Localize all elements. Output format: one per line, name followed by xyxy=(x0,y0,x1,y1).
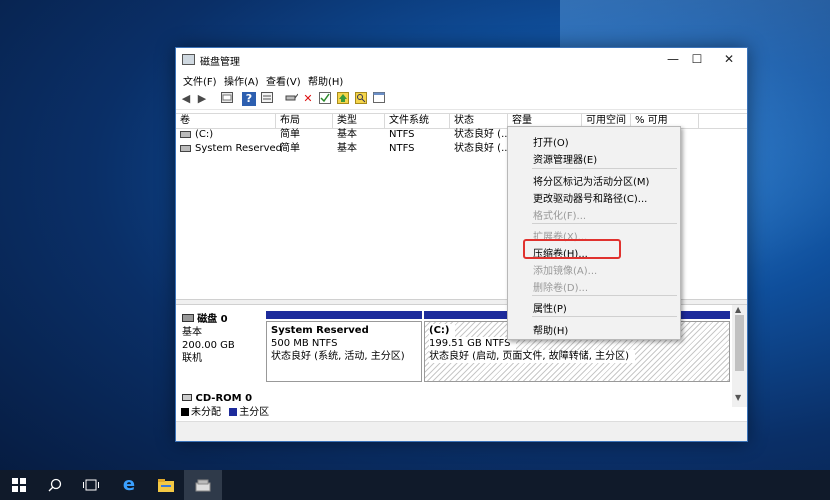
scroll-thumb[interactable] xyxy=(735,315,744,371)
context-delete-volume: 删除卷(D)... xyxy=(533,283,589,294)
search-icon[interactable] xyxy=(36,470,74,500)
layout-cell: 简单 xyxy=(280,129,300,140)
context-open[interactable]: 打开(O) xyxy=(533,134,569,149)
cdrom-icon xyxy=(182,394,192,401)
context-add-mirror: 添加镜像(A)... xyxy=(533,266,598,277)
column-filesystem[interactable]: 文件系统 xyxy=(385,114,450,128)
vertical-scrollbar[interactable]: ▲ ▼ xyxy=(732,305,747,407)
disk-icon xyxy=(182,314,194,322)
status-bar xyxy=(176,421,747,441)
legend-primary-swatch xyxy=(229,408,238,416)
menu-separator xyxy=(532,295,677,296)
disk-0-label: 磁盘 0 基本 200.00 GB 联机 xyxy=(182,313,235,365)
legend-primary-label: 主分区 xyxy=(239,407,270,418)
type-cell: 基本 xyxy=(337,143,357,154)
taskbar: e xyxy=(0,470,830,500)
disk-management-icon[interactable] xyxy=(184,470,222,500)
disk-size: 200.00 GB xyxy=(182,340,235,351)
context-menu: 打开(O) 资源管理器(E) 将分区标记为活动分区(M) 更改驱动器号和路径(C… xyxy=(507,126,681,340)
filesystem-cell: NTFS xyxy=(389,129,415,140)
partition-size: 500 MB NTFS xyxy=(271,338,338,349)
toolbar: ◀ ▶ ? ✕ xyxy=(176,90,747,110)
legend: 未分配 主分区 xyxy=(176,406,747,420)
scroll-down-arrow-icon[interactable]: ▼ xyxy=(735,393,741,402)
menu-file[interactable]: 文件(F) xyxy=(183,73,217,88)
partition-header-bar xyxy=(266,311,422,319)
help-icon[interactable]: ? xyxy=(242,92,256,106)
up-icon[interactable] xyxy=(336,92,350,106)
cdrom-label: CD-ROM 0 xyxy=(182,393,252,404)
shrink-volume-highlight-box xyxy=(523,239,621,259)
connect-icon[interactable] xyxy=(284,92,298,106)
status-cell: 状态良好 (... xyxy=(454,129,511,140)
column-type[interactable]: 类型 xyxy=(333,114,385,128)
partition-size: 199.51 GB NTFS xyxy=(429,337,517,350)
column-layout[interactable]: 布局 xyxy=(276,114,333,128)
disk-state: 联机 xyxy=(182,353,202,364)
forward-icon[interactable]: ▶ xyxy=(195,92,209,106)
delete-icon[interactable]: ✕ xyxy=(301,92,315,106)
context-properties[interactable]: 属性(P) xyxy=(533,300,567,315)
menu-separator xyxy=(532,316,677,317)
cdrom-name: CD-ROM 0 xyxy=(195,393,253,404)
partition-system-reserved[interactable]: System Reserved 500 MB NTFS 状态良好 (系统, 活动… xyxy=(266,321,422,382)
column-status[interactable]: 状态 xyxy=(450,114,508,128)
legend-unallocated-label: 未分配 xyxy=(191,407,221,418)
type-cell: 基本 xyxy=(337,129,357,140)
menu-separator xyxy=(532,168,677,169)
back-icon[interactable]: ◀ xyxy=(179,92,193,106)
context-change-drive-letter[interactable]: 更改驱动器号和路径(C)... xyxy=(533,190,647,205)
partition-name: System Reserved xyxy=(271,325,369,336)
disk-name: 磁盘 0 xyxy=(197,314,228,325)
partition-status: 状态良好 (系统, 活动, 主分区) xyxy=(271,351,405,362)
legend-unallocated-swatch xyxy=(181,408,189,416)
menu-bar: 文件(F) 操作(A) 查看(V) 帮助(H) xyxy=(176,72,747,88)
maximize-button[interactable]: ☐ xyxy=(679,48,715,70)
menu-separator xyxy=(532,223,677,224)
disk-management-app-icon xyxy=(182,54,195,65)
column-volume[interactable]: 卷 xyxy=(176,114,276,128)
menu-view[interactable]: 查看(V) xyxy=(266,73,301,88)
context-format: 格式化(F)... xyxy=(533,211,587,222)
status-cell: 状态良好 (... xyxy=(454,143,511,154)
context-explorer[interactable]: 资源管理器(E) xyxy=(533,151,597,166)
filesystem-cell: NTFS xyxy=(389,143,415,154)
properties-icon[interactable] xyxy=(260,92,274,106)
check-icon[interactable] xyxy=(318,92,332,106)
window-title: 磁盘管理 xyxy=(200,57,240,68)
volume-cell: (C:) xyxy=(180,128,213,142)
disk-type: 基本 xyxy=(182,327,202,338)
file-explorer-icon[interactable] xyxy=(147,470,185,500)
close-button[interactable]: ✕ xyxy=(711,48,747,70)
title-bar: 磁盘管理 — ☐ ✕ xyxy=(176,48,747,70)
volume-cell: System Reserved xyxy=(180,142,282,156)
layout-cell: 简单 xyxy=(280,143,300,154)
console-icon[interactable] xyxy=(220,92,234,106)
partition-status: 状态良好 (启动, 页面文件, 故障转储, 主分区) xyxy=(429,350,636,363)
menu-help[interactable]: 帮助(H) xyxy=(308,73,343,88)
volume-icon xyxy=(180,144,191,152)
windows-start-icon[interactable] xyxy=(0,470,38,500)
menu-action[interactable]: 操作(A) xyxy=(224,73,259,88)
context-help[interactable]: 帮助(H) xyxy=(533,322,568,337)
volume-icon xyxy=(180,130,191,138)
search-icon[interactable] xyxy=(354,92,368,106)
window-icon[interactable] xyxy=(372,92,386,106)
partition-name: (C:) xyxy=(429,324,456,337)
context-mark-active[interactable]: 将分区标记为活动分区(M) xyxy=(533,173,649,188)
scroll-up-arrow-icon[interactable]: ▲ xyxy=(735,305,741,314)
edge-icon[interactable]: e xyxy=(110,470,148,500)
task-view-icon[interactable] xyxy=(72,470,110,500)
